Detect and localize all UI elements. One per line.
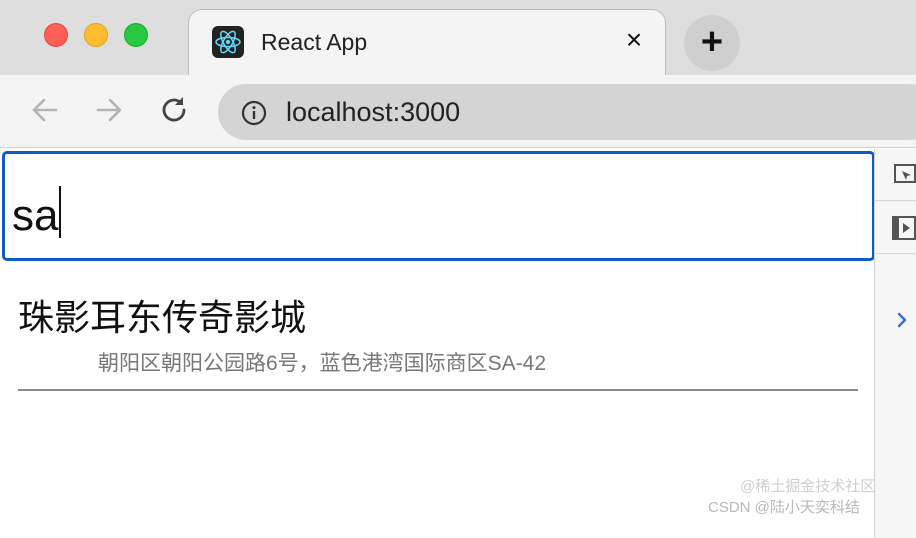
browser-tab[interactable]: React App × xyxy=(188,9,666,75)
react-icon xyxy=(212,26,244,58)
watermark-line-1: @稀土掘金技术社区 xyxy=(740,478,876,495)
result-address: 朝阳区朝阳公园路6号，蓝色港湾国际商区SA-42 xyxy=(98,352,547,375)
browser-toolbar: localhost:3000 xyxy=(0,75,916,148)
watermark-line-2: CSDN @陆小天奕科结 xyxy=(708,499,860,516)
reload-icon[interactable] xyxy=(157,93,191,127)
close-icon[interactable]: × xyxy=(619,25,649,55)
device-toolbar-icon[interactable] xyxy=(875,202,916,254)
forward-arrow-icon[interactable] xyxy=(92,93,126,127)
search-input[interactable]: sa xyxy=(2,151,875,261)
list-item[interactable]: 珠影耳东传奇影城 朝阳区朝阳公园路6号，蓝色港湾国际商区SA-42 xyxy=(18,289,858,391)
search-input-value: sa xyxy=(12,186,62,241)
info-icon[interactable] xyxy=(241,100,267,126)
tab-title: React App xyxy=(261,29,368,55)
address-url: localhost:3000 xyxy=(286,97,461,127)
page-content: sa 珠影耳东传奇影城 朝阳区朝阳公园路6号，蓝色港湾国际商区SA-42 @稀土… xyxy=(0,149,916,538)
inspect-element-icon[interactable] xyxy=(875,149,916,201)
address-bar[interactable]: localhost:3000 xyxy=(218,84,916,140)
text-caret xyxy=(59,186,62,238)
browser-tab-strip: React App × + xyxy=(0,0,916,75)
chevron-right-icon[interactable] xyxy=(895,311,909,329)
window-maximize-button[interactable] xyxy=(124,23,148,47)
back-arrow-icon[interactable] xyxy=(28,93,62,127)
result-name: 珠影耳东传奇影城 xyxy=(18,297,307,338)
window-minimize-button[interactable] xyxy=(84,23,108,47)
devtools-panel-edge xyxy=(874,149,916,538)
new-tab-button[interactable]: + xyxy=(684,15,740,71)
window-close-button[interactable] xyxy=(44,23,68,47)
